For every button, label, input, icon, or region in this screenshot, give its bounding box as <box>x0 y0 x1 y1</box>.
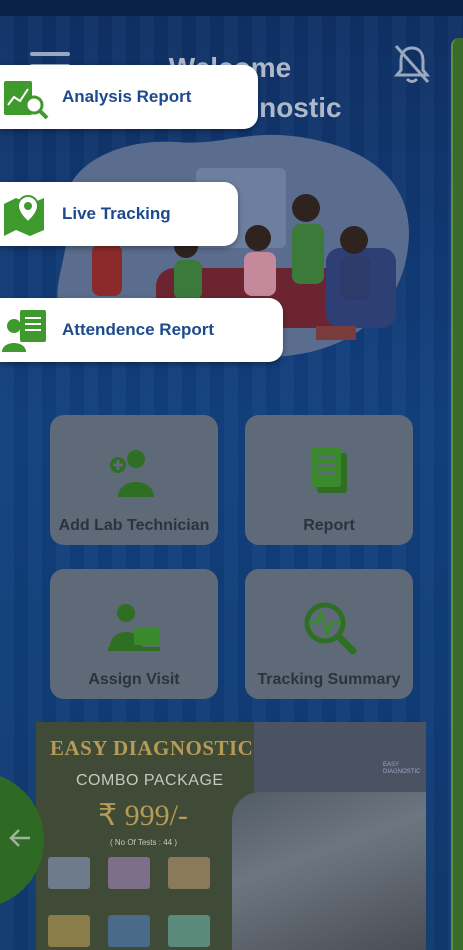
thumbnail <box>168 857 210 889</box>
tile-label: Report <box>303 517 355 534</box>
banner-brand: EASY DIAGNOSTIC <box>383 762 420 776</box>
assign-visit-icon <box>104 597 164 657</box>
banner-logo-area <box>254 722 426 792</box>
menu-item-attendance-report[interactable]: Attendence Report <box>0 298 283 362</box>
assign-visit-button[interactable]: Assign Visit <box>50 569 218 699</box>
brand-line-2: DIAGNOSTIC <box>383 769 421 775</box>
banner-title: EASY DIAGNOSTIC <box>50 736 254 760</box>
tracking-summary-icon <box>299 597 359 657</box>
thumbnail <box>168 915 210 947</box>
tracking-summary-button[interactable]: Tracking Summary <box>245 569 413 699</box>
arrow-left-icon[interactable] <box>8 826 32 850</box>
thumbnail <box>48 857 90 889</box>
report-button[interactable]: Report <box>245 415 413 545</box>
thumbnail <box>108 857 150 889</box>
analysis-report-icon <box>0 71 52 123</box>
menu-item-label: Analysis Report <box>62 87 192 106</box>
menu-item-label: Live Tracking <box>62 204 171 223</box>
bell-off-icon[interactable] <box>392 42 432 86</box>
menu-item-live-tracking[interactable]: Live Tracking <box>0 182 238 246</box>
app-screen: Welcome Diagnostic <box>0 0 463 950</box>
menu-item-analysis-report[interactable]: Analysis Report <box>0 65 258 129</box>
menu-item-label: Attendence Report <box>62 320 215 339</box>
status-bar <box>0 0 463 16</box>
thumbnail <box>108 915 150 947</box>
report-icon <box>299 443 359 503</box>
tile-label: Assign Visit <box>88 671 180 688</box>
add-technician-icon <box>104 443 164 503</box>
map-pin-icon <box>0 188 52 240</box>
banner-price: ₹ 999/- <box>98 799 188 832</box>
banner-thumbnails <box>48 855 224 950</box>
banner-photo <box>232 792 426 950</box>
thumbnail <box>48 915 90 947</box>
tile-label: Add Lab Technician <box>58 517 210 534</box>
banner-tests: ( No Of Tests : 44 ) <box>110 838 177 847</box>
promo-banner[interactable]: EASY DIAGNOSTIC COMBO PACKAGE ₹ 999/- ( … <box>36 722 426 950</box>
add-lab-technician-button[interactable]: Add Lab Technician <box>50 415 218 545</box>
banner-subtitle: COMBO PACKAGE <box>76 772 224 789</box>
brand-line-1: EASY <box>383 762 400 768</box>
attendance-report-icon <box>0 304 52 356</box>
side-drawer-edge[interactable] <box>451 38 463 950</box>
tile-label: Tracking Summary <box>257 671 401 688</box>
